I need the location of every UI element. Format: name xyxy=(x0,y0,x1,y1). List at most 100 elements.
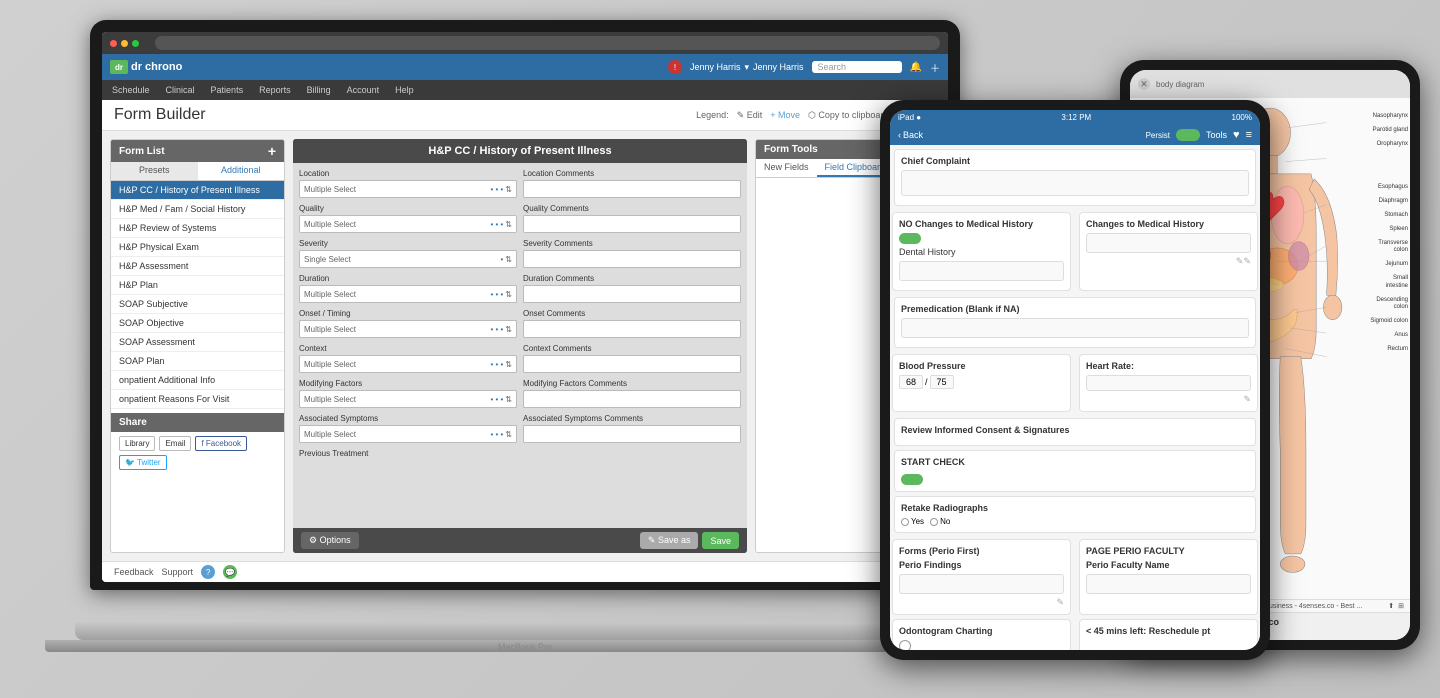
menu-icon[interactable]: ≡ xyxy=(1246,129,1252,141)
field-modifying-input[interactable]: Multiple Select • • • ⇅ xyxy=(299,390,517,408)
share-email-btn[interactable]: Email xyxy=(159,436,191,451)
form-item-5[interactable]: H&P Plan xyxy=(111,276,284,295)
bp-input-row: 68 / 75 xyxy=(899,375,1064,389)
support-link[interactable]: Support xyxy=(162,567,194,577)
form-item-6[interactable]: SOAP Subjective xyxy=(111,295,284,314)
perio-findings-field[interactable] xyxy=(899,574,1064,594)
field-symptoms-comments-input[interactable] xyxy=(523,425,741,443)
help-icon[interactable]: ? xyxy=(201,565,215,579)
field-location-comments-input[interactable] xyxy=(523,180,741,198)
field-severity: Severity Single Select • ⇅ xyxy=(299,239,517,268)
tablet-content[interactable]: Chief Complaint NO Changes to Medical Hi… xyxy=(890,145,1260,650)
field-quality: Quality Multiple Select • • • ⇅ xyxy=(299,204,517,233)
field-severity-comments-input[interactable] xyxy=(523,250,741,268)
share-icon[interactable]: ⬆ xyxy=(1388,602,1394,610)
field-symptoms: Associated Symptoms Multiple Select • • … xyxy=(299,414,517,443)
logo-box: dr xyxy=(110,60,128,74)
maximize-dot[interactable] xyxy=(132,40,139,47)
add-form-btn[interactable]: + xyxy=(268,144,276,158)
save-btn[interactable]: Save xyxy=(702,532,739,549)
field-severity-label: Severity xyxy=(299,239,517,248)
nav-patients[interactable]: Patients xyxy=(209,85,246,95)
tab-presets[interactable]: Presets xyxy=(111,162,198,180)
nav-schedule[interactable]: Schedule xyxy=(110,85,152,95)
form-item-1[interactable]: H&P Med / Fam / Social History xyxy=(111,200,284,219)
chief-complaint-field[interactable] xyxy=(901,170,1249,196)
address-bar[interactable] xyxy=(155,36,940,50)
save-as-btn[interactable]: ✎ Save as xyxy=(640,532,699,549)
notifications-icon[interactable]: 🔔 xyxy=(910,62,922,73)
close-dot[interactable] xyxy=(110,40,117,47)
odontogram-radio[interactable] xyxy=(899,640,911,650)
edit-dental-icon[interactable]: ✎ xyxy=(1236,256,1244,267)
form-item-4[interactable]: H&P Assessment xyxy=(111,257,284,276)
field-location-input[interactable]: Multiple Select • • • ⇅ xyxy=(299,180,517,198)
field-onset-comments-input[interactable] xyxy=(523,320,741,338)
form-item-7[interactable]: SOAP Objective xyxy=(111,314,284,333)
back-button[interactable]: ‹ Back xyxy=(898,130,923,140)
field-context-comments-input[interactable] xyxy=(523,355,741,373)
start-check-toggle[interactable] xyxy=(901,474,923,485)
form-main-body[interactable]: Location Multiple Select • • • ⇅ xyxy=(293,163,747,528)
hr-field[interactable] xyxy=(1086,375,1251,391)
perio-findings-label: Perio Findings xyxy=(899,560,1064,570)
bookmark-icon[interactable]: ⊞ xyxy=(1398,602,1404,610)
perio-faculty-field[interactable] xyxy=(1086,574,1251,594)
form-item-2[interactable]: H&P Review of Systems xyxy=(111,219,284,238)
tab-new-fields[interactable]: New Fields xyxy=(756,159,817,177)
logo-text: dr chrono xyxy=(131,61,182,73)
nav-reports[interactable]: Reports xyxy=(257,85,293,95)
field-quality-input[interactable]: Multiple Select • • • ⇅ xyxy=(299,215,517,233)
share-twitter-btn[interactable]: 🐦 Twitter xyxy=(119,455,167,470)
edit-hr-icon[interactable]: ✎ xyxy=(1243,394,1251,405)
field-context-comments: Context Comments xyxy=(523,344,741,373)
chat-icon[interactable]: 💬 xyxy=(223,565,237,579)
nav-billing[interactable]: Billing xyxy=(305,85,333,95)
field-onset-input[interactable]: Multiple Select • • • ⇅ xyxy=(299,320,517,338)
changes-field[interactable] xyxy=(1086,233,1251,253)
field-location-label: Location xyxy=(299,169,517,178)
tab-additional[interactable]: Additional xyxy=(198,162,285,180)
feedback-link[interactable]: Feedback xyxy=(114,567,154,577)
nav-account[interactable]: Account xyxy=(345,85,382,95)
close-circle-icon[interactable]: ✕ xyxy=(1138,78,1150,90)
no-changes-toggle[interactable] xyxy=(899,233,921,244)
options-btn[interactable]: ⚙ Options xyxy=(301,532,359,549)
field-symptoms-input[interactable]: Multiple Select • • • ⇅ xyxy=(299,425,517,443)
retake-yes[interactable]: Yes xyxy=(901,517,924,526)
edit-changes-icon[interactable]: ✎ xyxy=(1243,256,1251,267)
persist-toggle[interactable] xyxy=(1176,129,1200,141)
field-duration-input[interactable]: Multiple Select • • • ⇅ xyxy=(299,285,517,303)
form-item-8[interactable]: SOAP Assessment xyxy=(111,333,284,352)
nav-help[interactable]: Help xyxy=(393,85,416,95)
form-item-11[interactable]: onpatient Reasons For Visit xyxy=(111,390,284,409)
form-item-10[interactable]: onpatient Additional Info xyxy=(111,371,284,390)
form-item-0[interactable]: H&P CC / History of Present Illness xyxy=(111,181,284,200)
less45-label: < 45 mins left: Reschedule pt xyxy=(1086,626,1251,636)
nav-clinical[interactable]: Clinical xyxy=(164,85,197,95)
form-list-panel: Form List + Presets Additional H&P CC / … xyxy=(110,139,285,553)
minimize-dot[interactable] xyxy=(121,40,128,47)
dental-history-field[interactable] xyxy=(899,261,1064,281)
field-modifying-comments-input[interactable] xyxy=(523,390,741,408)
tools-label[interactable]: Tools xyxy=(1206,130,1227,140)
retake-label: Retake Radiographs xyxy=(901,503,1249,513)
retake-no[interactable]: No xyxy=(930,517,950,526)
field-severity-input[interactable]: Single Select • ⇅ xyxy=(299,250,517,268)
edit-perio-icon[interactable]: ✎ xyxy=(1056,597,1064,608)
field-duration-comments-input[interactable] xyxy=(523,285,741,303)
bp-systolic[interactable]: 68 xyxy=(899,375,923,389)
share-library-btn[interactable]: Library xyxy=(119,436,155,451)
form-item-3[interactable]: H&P Physical Exam xyxy=(111,238,284,257)
add-icon[interactable]: ＋ xyxy=(930,60,940,75)
search-box[interactable]: Search xyxy=(812,61,902,73)
field-dots-icon: • • • xyxy=(490,430,503,439)
bp-diastolic[interactable]: 75 xyxy=(930,375,954,389)
section-forms: Forms (Perio First) Perio Findings ✎ xyxy=(892,539,1071,615)
share-facebook-btn[interactable]: f Facebook xyxy=(195,436,247,451)
premedication-field[interactable] xyxy=(901,318,1249,338)
field-context-comments-label: Context Comments xyxy=(523,344,741,353)
field-quality-comments-input[interactable] xyxy=(523,215,741,233)
form-item-9[interactable]: SOAP Plan xyxy=(111,352,284,371)
field-context-input[interactable]: Multiple Select • • • ⇅ xyxy=(299,355,517,373)
